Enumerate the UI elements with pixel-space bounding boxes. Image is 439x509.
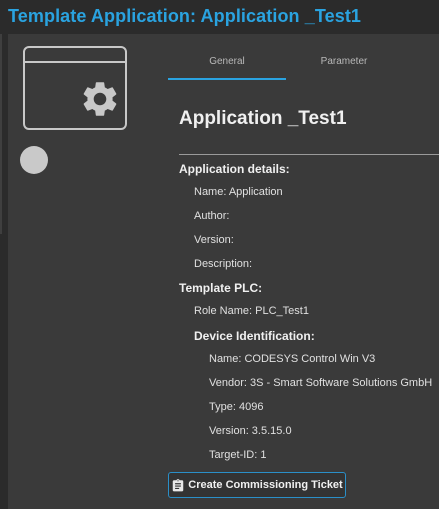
tab-bar: General Parameter xyxy=(168,52,439,80)
device-vendor: Vendor: 3S - Smart Software Solutions Gm… xyxy=(209,377,433,389)
tab-parameter[interactable]: Parameter xyxy=(285,52,403,80)
device-name: Name: CODESYS Control Win V3 xyxy=(209,353,376,365)
divider xyxy=(179,154,439,155)
template-plc-heading: Template PLC: xyxy=(179,281,263,295)
page-title: Template Application: Application _Test1 xyxy=(8,6,362,26)
left-edge-strip xyxy=(0,34,2,234)
gear-icon xyxy=(83,82,117,116)
active-tab-indicator xyxy=(168,78,286,80)
application-details-heading: Application details: xyxy=(179,162,290,176)
device-target-id: Target-ID: 1 xyxy=(209,449,267,461)
application-name: Name: Application xyxy=(194,186,283,198)
tab-general[interactable]: General xyxy=(168,52,286,80)
application-icon-card xyxy=(23,46,127,130)
plc-role-name: Role Name: PLC_Test1 xyxy=(194,305,309,317)
create-commissioning-ticket-button[interactable]: Create Commissioning Ticket xyxy=(168,472,346,498)
create-ticket-label: Create Commissioning Ticket xyxy=(188,479,343,491)
status-indicator xyxy=(20,146,48,174)
clipboard-icon xyxy=(171,478,185,493)
application-version: Version: xyxy=(194,234,234,246)
application-author: Author: xyxy=(194,210,230,222)
device-type: Type: 4096 xyxy=(209,401,264,413)
application-title: Application _Test1 xyxy=(179,108,347,129)
device-identification-heading: Device Identification: xyxy=(194,329,315,343)
window-bar xyxy=(25,61,125,63)
application-description: Description: xyxy=(194,258,253,270)
device-version: Version: 3.5.15.0 xyxy=(209,425,292,437)
